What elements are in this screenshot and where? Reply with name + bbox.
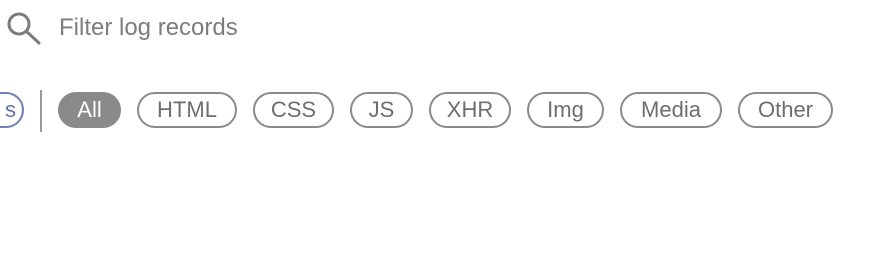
search-icon	[7, 12, 41, 45]
filter-chip-xhr[interactable]: XHR	[429, 92, 511, 128]
resource-type-filters: s All HTML CSS JS XHR Img Media Other	[0, 90, 888, 132]
filter-chip-media[interactable]: Media	[620, 92, 722, 128]
filter-chip-img[interactable]: Img	[527, 92, 604, 128]
log-filter-panel: s All HTML CSS JS XHR Img Media Other	[0, 0, 888, 254]
filter-chip-other[interactable]: Other	[738, 92, 833, 128]
filter-chip-partial[interactable]: s	[0, 92, 24, 128]
filter-divider	[40, 90, 42, 132]
search-input[interactable]	[59, 8, 839, 48]
filter-chip-html[interactable]: HTML	[137, 92, 237, 128]
search-bar	[0, 0, 888, 56]
filter-chip-css[interactable]: CSS	[253, 92, 334, 128]
filter-chip-js[interactable]: JS	[350, 92, 413, 128]
filter-chip-all[interactable]: All	[58, 92, 121, 128]
